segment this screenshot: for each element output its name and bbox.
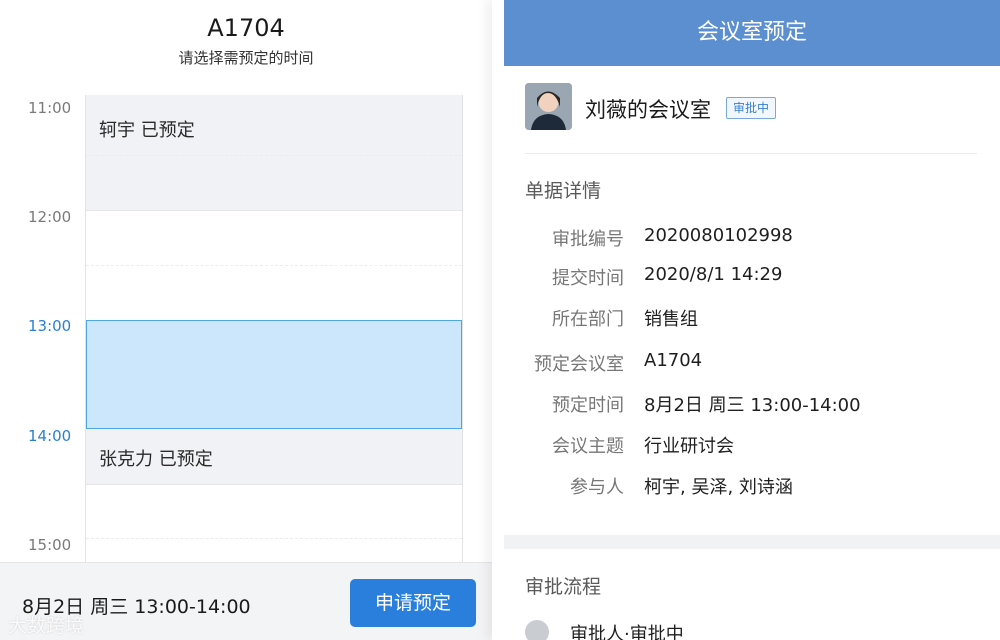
detail-value-department: 销售组 (644, 309, 698, 330)
half-hour-line (86, 265, 462, 266)
room-title: A1704 (207, 14, 285, 42)
hour-line (86, 538, 462, 539)
booked-label: 轲宇 已预定 (99, 120, 195, 141)
time-label-13: 13:00 (28, 317, 72, 335)
approval-detail-panel: 会议室预定 刘薇的会议室 审批中 单据详情 审批编号 2020080102998… (492, 0, 1000, 640)
approver-icon (525, 620, 549, 640)
user-photo-icon (525, 83, 572, 130)
booked-slot: 轲宇 已预定 (86, 95, 462, 210)
half-hour-line (86, 155, 462, 156)
time-label-15: 15:00 (28, 536, 72, 554)
detail-value-booking-time: 8月2日 周三 13:00-14:00 (644, 395, 861, 416)
apply-booking-button[interactable]: 申请预定 (350, 579, 476, 627)
detail-value-submit-time: 2020/8/1 14:29 (644, 264, 783, 285)
panel-header: 会议室预定 (504, 0, 1000, 66)
detail-value-participants: 柯宇, 吴泽, 刘诗涵 (644, 477, 793, 498)
detail-value-room: A1704 (644, 350, 703, 371)
flow-section-title: 审批流程 (525, 576, 602, 598)
detail-value-approval-no: 2020080102998 (644, 225, 793, 246)
detail-value-topic: 行业研讨会 (644, 436, 734, 457)
time-grid[interactable]: 轲宇 已预定 张克力 已预定 (85, 95, 463, 565)
flow-item: 审批人·审批中 (570, 624, 684, 640)
detail-label-topic: 会议主题 (552, 436, 624, 457)
time-label-14: 14:00 (28, 427, 72, 445)
avatar (525, 83, 572, 130)
detail-label-approval-no: 审批编号 (552, 229, 624, 250)
watermark: 大数跨境 (8, 615, 85, 637)
detail-label-room: 预定会议室 (534, 354, 624, 375)
applicant-title: 刘薇的会议室 (585, 98, 711, 122)
selected-time-block[interactable] (86, 320, 462, 429)
divider (525, 153, 977, 154)
section-separator (504, 535, 1000, 549)
hour-line (86, 210, 462, 211)
detail-label-submit-time: 提交时间 (552, 268, 624, 289)
status-badge: 审批中 (726, 97, 777, 119)
detail-label-booking-time: 预定时间 (552, 395, 624, 416)
bottom-action-bar: 8月2日 周三 13:00-14:00 申请预定 大数跨境 (0, 562, 492, 640)
detail-label-department: 所在部门 (552, 309, 624, 330)
time-label-11: 11:00 (28, 99, 72, 117)
half-hour-line (86, 484, 462, 485)
details-section-title: 单据详情 (525, 180, 602, 202)
detail-label-participants: 参与人 (570, 477, 624, 498)
booked-label: 张克力 已预定 (99, 449, 213, 470)
time-picker-panel: A1704 请选择需预定的时间 11:00 12:00 13:00 14:00 … (0, 0, 492, 640)
room-subtitle: 请选择需预定的时间 (178, 49, 314, 67)
time-label-12: 12:00 (28, 208, 72, 226)
booked-slot: 张克力 已预定 (86, 429, 462, 484)
